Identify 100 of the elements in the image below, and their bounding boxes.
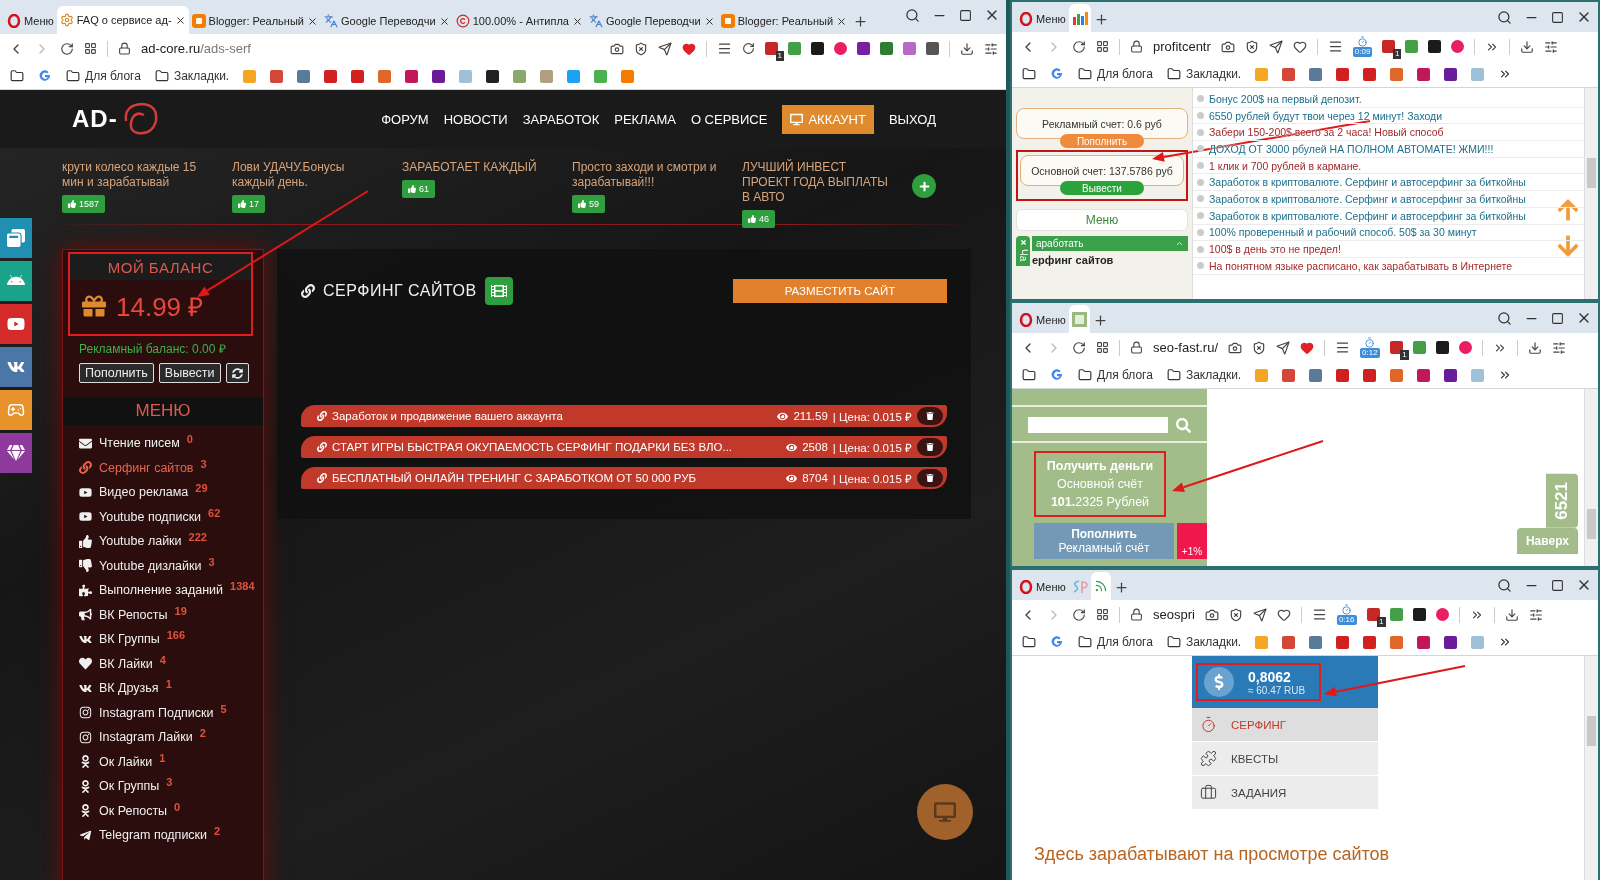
close-icon[interactable] xyxy=(836,15,848,27)
side-button[interactable] xyxy=(0,347,32,387)
grid-icon[interactable] xyxy=(1096,341,1109,354)
delete-button[interactable] xyxy=(917,407,943,425)
scrollbar[interactable] xyxy=(1584,88,1598,299)
shield-icon[interactable] xyxy=(634,41,648,56)
address-field[interactable]: seospri xyxy=(1153,607,1195,622)
ad-link[interactable]: ДОХОД ОТ 3000 рбулей НА ПОЛНОМ АВТОМАТЕ! ЖМИ!!! xyxy=(1209,142,1494,155)
ad-link[interactable]: Заработок в криптовалюте. Серфинг и автосерфинг за биткойны xyxy=(1209,209,1526,222)
reload-icon[interactable] xyxy=(1072,340,1086,355)
menu-item[interactable]: Telegram подписки 2 xyxy=(63,823,263,848)
extension-icon[interactable] xyxy=(1311,607,1327,622)
heart-icon[interactable] xyxy=(1300,340,1315,355)
settings-icon[interactable] xyxy=(1544,39,1559,54)
folder-icon[interactable] xyxy=(1022,368,1036,382)
nav-link[interactable]: РЕКЛАМА xyxy=(614,104,676,134)
browser-tab[interactable]: 100.00% - Антипла xyxy=(452,8,586,34)
menu-item[interactable]: Чтение писем 0 xyxy=(63,431,263,456)
film-button[interactable] xyxy=(484,277,513,305)
menu-item[interactable]: ВК Лайки 4 xyxy=(63,651,263,676)
promo-link[interactable]: Просто заходи и смотри и зарабатывай!!! xyxy=(572,160,722,190)
menu-item[interactable]: Ок Репосты 0 xyxy=(63,798,263,823)
bookmark-folder[interactable]: Закладки. xyxy=(1185,635,1242,649)
bookmark-folder[interactable]: Закладки. xyxy=(1185,368,1242,382)
menu-item[interactable]: Youtube дизлайки 3 xyxy=(63,553,263,578)
ad-link[interactable]: 6550 рублей будут твои через 12 минут! Заходи xyxy=(1209,109,1443,122)
extension-icon[interactable] xyxy=(1428,40,1442,53)
address-field[interactable]: profitcentr xyxy=(1153,39,1211,54)
ad-link[interactable]: На понятном языке расписано, как зарабатывать в Интернете xyxy=(1209,259,1513,272)
menu-item[interactable]: СЕРФИНГ xyxy=(1192,708,1378,742)
bookmark-folder[interactable]: Закладки. xyxy=(1185,67,1242,81)
ad-link[interactable]: Заработок в криптовалюте. Серфинг и автосерфинг за биткойны xyxy=(1209,192,1526,205)
menu-item[interactable]: ВК Репосты 19 xyxy=(63,602,263,627)
menu-item[interactable]: ВК Друзья 1 xyxy=(63,676,263,701)
extension-icon[interactable] xyxy=(717,41,732,56)
menu-item[interactable]: Instagram Подписки 5 xyxy=(63,700,263,725)
extension-icon[interactable] xyxy=(1366,608,1380,621)
send-icon[interactable] xyxy=(658,41,672,56)
scrollbar[interactable] xyxy=(1584,389,1598,566)
promo-link[interactable]: Лови УДАЧУ.Бонусы каждый день. xyxy=(232,160,382,190)
promo-link[interactable]: ЛУЧШИЙ ИНВЕСТ ПРОЕКТ ГОДА ВЫПЛАТЫ В АВТО xyxy=(742,160,892,205)
browser-tab[interactable]: Меню xyxy=(1016,6,1069,32)
address-field[interactable]: seo-fast.ru/ xyxy=(1153,340,1219,355)
heart-icon[interactable] xyxy=(1276,607,1291,622)
menu-item[interactable]: ВК Группы 166 xyxy=(63,627,263,652)
bookmark-icon[interactable] xyxy=(486,69,500,83)
download-icon[interactable] xyxy=(1527,340,1542,355)
site-logo[interactable]: AD- xyxy=(72,105,118,133)
nav-link[interactable]: ЗАРАБОТОК xyxy=(522,104,600,134)
menu-item[interactable]: ерфинг сайтов xyxy=(1032,254,1188,266)
timer-icon[interactable] xyxy=(1357,36,1369,47)
ad-row[interactable]: СТАРТ ИГРЫ БЫСТРАЯ ОКУПАЕМОСТЬ СЕРФИНГ ПОДАРКИ БЕЗ ВЛО... 2508 | Цена: 0.015 ₽ xyxy=(301,436,947,458)
extension-icon[interactable] xyxy=(1435,341,1449,354)
google-icon[interactable] xyxy=(1050,635,1064,649)
new-tab-icon[interactable] xyxy=(853,13,869,29)
camera-icon[interactable] xyxy=(610,41,624,56)
add-button[interactable] xyxy=(912,174,936,198)
camera-icon[interactable] xyxy=(1228,340,1243,355)
send-icon[interactable] xyxy=(1276,340,1291,355)
maximize-icon[interactable] xyxy=(1551,578,1564,592)
extension-icon[interactable] xyxy=(1335,340,1351,355)
folder-icon[interactable] xyxy=(1022,67,1036,81)
bookmark-icon[interactable] xyxy=(432,69,446,83)
menu-item[interactable]: Серфинг сайтов 3 xyxy=(63,455,263,480)
ad-link[interactable]: 100$ в день это не предел! xyxy=(1209,243,1341,256)
shield-icon[interactable] xyxy=(1244,39,1259,54)
nav-link[interactable]: НОВОСТИ xyxy=(443,104,508,134)
reload-icon[interactable] xyxy=(1072,39,1086,54)
close-icon[interactable] xyxy=(438,15,450,27)
delete-button[interactable] xyxy=(917,469,943,487)
menu-item[interactable]: Instagram Лайки 2 xyxy=(63,725,263,750)
shield-icon[interactable] xyxy=(1252,340,1267,355)
bookmark-folder[interactable]: Для блога xyxy=(1097,635,1153,649)
menu-item[interactable]: Ок Группы 3 xyxy=(63,774,263,799)
settings-icon[interactable] xyxy=(1551,340,1566,355)
google-icon[interactable] xyxy=(38,69,52,83)
ad-link[interactable]: 100% проверенный и рабочий способ. 50$ за 30 минут xyxy=(1209,226,1477,239)
delete-button[interactable] xyxy=(917,438,943,456)
download-icon[interactable] xyxy=(1504,607,1519,622)
nav-link[interactable]: ВЫХОД xyxy=(888,104,936,134)
side-button[interactable] xyxy=(0,304,32,344)
refresh-button[interactable] xyxy=(225,363,249,383)
new-tab-icon[interactable] xyxy=(1093,11,1109,27)
google-icon[interactable] xyxy=(1050,368,1064,382)
side-button[interactable] xyxy=(0,261,32,301)
address-field[interactable]: ad-core.ru/ads-serf xyxy=(141,41,251,56)
ad-link[interactable]: Заработок в криптовалюте. Серфинг и автосерфинг за биткойны xyxy=(1209,176,1526,189)
browser-tab[interactable]: Меню xyxy=(1016,307,1069,333)
history-icon[interactable] xyxy=(742,42,755,55)
bookmark-folder[interactable]: Для блога xyxy=(1097,368,1153,382)
browser-tab[interactable]: Blogger: Реальный xyxy=(717,8,851,34)
extension-icon[interactable] xyxy=(1382,40,1396,53)
close-icon[interactable] xyxy=(174,14,186,26)
new-tab-icon[interactable] xyxy=(1092,312,1108,328)
close-icon[interactable] xyxy=(703,15,715,27)
new-tab-icon[interactable] xyxy=(1113,579,1129,595)
search-icon[interactable] xyxy=(1497,310,1512,326)
extension-icon[interactable] xyxy=(1389,341,1403,354)
browser-tab[interactable]: FAQ о сервисе ад- xyxy=(56,6,189,34)
menu-item[interactable]: Ок Лайки 1 xyxy=(63,749,263,774)
